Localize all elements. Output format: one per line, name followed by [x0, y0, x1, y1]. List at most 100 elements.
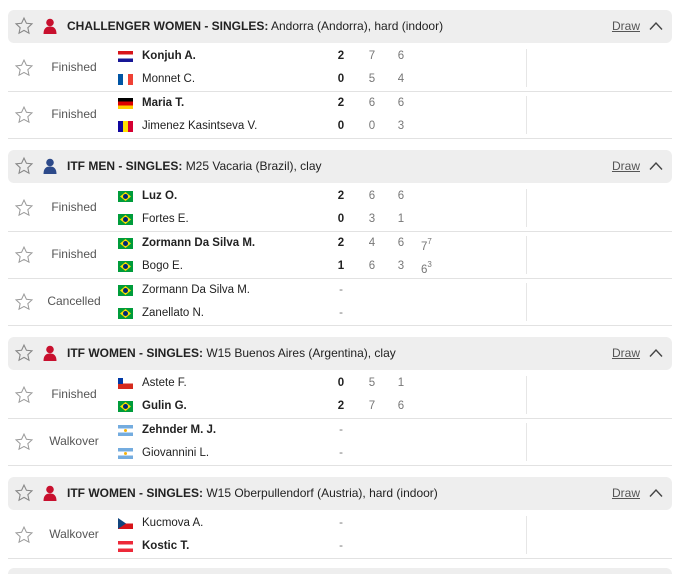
- player-name[interactable]: Jimenez Kasintseva V.: [142, 120, 257, 132]
- match-row[interactable]: Walkover Zehnder M. J. - Giovannini L. -: [8, 419, 672, 466]
- column-divider: [526, 49, 527, 87]
- tournament-header: CHALLENGER WOMEN - SINGLES: Andorra (And…: [8, 10, 672, 43]
- tournament-name: M25 Vacaria (Brazil), clay: [185, 159, 322, 173]
- match-row[interactable]: Finished Luz O. 2 6 6 Fortes E. 0 3 1: [8, 185, 672, 232]
- sets-won: 2: [337, 190, 345, 202]
- tournament-category: ITF MEN - SINGLES:: [67, 159, 183, 173]
- sets-won: -: [339, 447, 343, 459]
- tournament-category: CHALLENGER WOMEN - SINGLES:: [67, 19, 269, 33]
- set-score: 1: [397, 213, 405, 225]
- player-name[interactable]: Luz O.: [142, 190, 177, 202]
- match-row[interactable]: Finished Konjuh A. 2 7 6 Monnet C. 0 5 4: [8, 45, 672, 92]
- player-name[interactable]: Konjuh A.: [142, 50, 196, 62]
- tournament-title[interactable]: ITF WOMEN - SINGLES: W15 Oberpullendorf …: [67, 486, 438, 500]
- chevron-up-icon[interactable]: [649, 161, 663, 171]
- tournament-name: Andorra (Andorra), hard (indoor): [271, 19, 444, 33]
- set-score: 4: [397, 73, 405, 85]
- sets-won: -: [339, 517, 343, 529]
- favorite-star-icon[interactable]: [14, 16, 34, 36]
- player-name[interactable]: Astete F.: [142, 377, 187, 389]
- player-name[interactable]: Fortes E.: [142, 213, 189, 225]
- set-score: 6: [397, 190, 405, 202]
- draw-link[interactable]: Draw: [612, 486, 640, 500]
- set-score: 6: [368, 97, 376, 109]
- sets-won: 0: [337, 73, 345, 85]
- brazil-flag-icon: [118, 285, 133, 296]
- match-row[interactable]: Walkover Kucmova A. - Kostic T. -: [8, 512, 672, 559]
- draw-link[interactable]: Draw: [612, 19, 640, 33]
- tournament-title[interactable]: ITF WOMEN - SINGLES: W15 Buenos Aires (A…: [67, 346, 396, 360]
- brazil-flag-icon: [118, 401, 133, 412]
- match-row[interactable]: Cancelled Zormann Da Silva M. - Zanellat…: [8, 279, 672, 326]
- set-score: 3: [397, 120, 405, 132]
- tournament-header: ITF WOMEN - SINGLES: W15 Oberpullendorf …: [8, 477, 672, 510]
- chile-flag-icon: [118, 378, 133, 389]
- sets-won: 2: [337, 50, 345, 62]
- chevron-up-icon[interactable]: [649, 348, 663, 358]
- tiebreak-score: 7: [427, 237, 432, 246]
- set-score: 3: [368, 213, 376, 225]
- set-score: 63: [421, 260, 432, 276]
- column-divider: [526, 516, 527, 554]
- player-name[interactable]: Kostic T.: [142, 540, 189, 552]
- brazil-flag-icon: [118, 238, 133, 249]
- sets-won: 1: [337, 260, 345, 272]
- sets-won: 0: [337, 213, 345, 225]
- sets-won: -: [339, 307, 343, 319]
- chevron-up-icon[interactable]: [649, 21, 663, 31]
- tournament-name: W15 Buenos Aires (Argentina), clay: [206, 346, 396, 360]
- sets-won: 2: [337, 237, 345, 249]
- brazil-flag-icon: [118, 214, 133, 225]
- set-score: 0: [368, 120, 376, 132]
- set-score: 6: [397, 97, 405, 109]
- tournament-header-partial: [8, 568, 672, 574]
- player-name[interactable]: Zehnder M. J.: [142, 424, 216, 436]
- player-name[interactable]: Giovannini L.: [142, 447, 209, 459]
- match-row[interactable]: Finished Zormann Da Silva M. 2 4 6 77 Bo…: [8, 232, 672, 279]
- tournament-category: ITF WOMEN - SINGLES:: [67, 486, 203, 500]
- favorite-star-icon[interactable]: [14, 483, 34, 503]
- brazil-flag-icon: [118, 261, 133, 272]
- tournament-title[interactable]: CHALLENGER WOMEN - SINGLES: Andorra (And…: [67, 19, 443, 33]
- sets-won: 0: [337, 377, 345, 389]
- tournament-header: ITF MEN - SINGLES: M25 Vacaria (Brazil),…: [8, 150, 672, 183]
- argentina-flag-icon: [118, 425, 133, 436]
- set-score: 6: [397, 237, 405, 249]
- tournament-title[interactable]: ITF MEN - SINGLES: M25 Vacaria (Brazil),…: [67, 159, 322, 173]
- player-name[interactable]: Zormann Da Silva M.: [142, 284, 250, 296]
- chevron-up-icon[interactable]: [649, 488, 663, 498]
- set-score: 3: [397, 260, 405, 272]
- favorite-star-icon[interactable]: [14, 343, 34, 363]
- player-name[interactable]: Gulin G.: [142, 400, 187, 412]
- match-row[interactable]: Finished Maria T. 2 6 6 Jimenez Kasintse…: [8, 92, 672, 139]
- andorra-flag-icon: [118, 121, 133, 132]
- player-name[interactable]: Bogo E.: [142, 260, 183, 272]
- player-name[interactable]: Zormann Da Silva M.: [142, 237, 255, 249]
- column-divider: [526, 423, 527, 461]
- brazil-flag-icon: [118, 308, 133, 319]
- player-name[interactable]: Zanellato N.: [142, 307, 204, 319]
- draw-link[interactable]: Draw: [612, 159, 640, 173]
- column-divider: [526, 189, 527, 227]
- sets-won: -: [339, 284, 343, 296]
- sets-won: 2: [337, 97, 345, 109]
- set-score: 4: [368, 237, 376, 249]
- men-category-icon: [43, 158, 57, 174]
- croatia-flag-icon: [118, 51, 133, 62]
- set-score: 6: [397, 50, 405, 62]
- draw-link[interactable]: Draw: [612, 346, 640, 360]
- player-name[interactable]: Maria T.: [142, 97, 184, 109]
- austria-flag-icon: [118, 541, 133, 552]
- set-score: 7: [368, 400, 376, 412]
- france-flag-icon: [118, 74, 133, 85]
- favorite-star-icon[interactable]: [14, 156, 34, 176]
- argentina-flag-icon: [118, 448, 133, 459]
- sets-won: -: [339, 540, 343, 552]
- sets-won: 0: [337, 120, 345, 132]
- player-name[interactable]: Monnet C.: [142, 73, 195, 85]
- set-score: 6: [368, 190, 376, 202]
- player-name[interactable]: Kucmova A.: [142, 517, 203, 529]
- set-score: 77: [421, 237, 432, 253]
- column-divider: [526, 236, 527, 274]
- match-row[interactable]: Finished Astete F. 0 5 1 Gulin G. 2 7 6: [8, 372, 672, 419]
